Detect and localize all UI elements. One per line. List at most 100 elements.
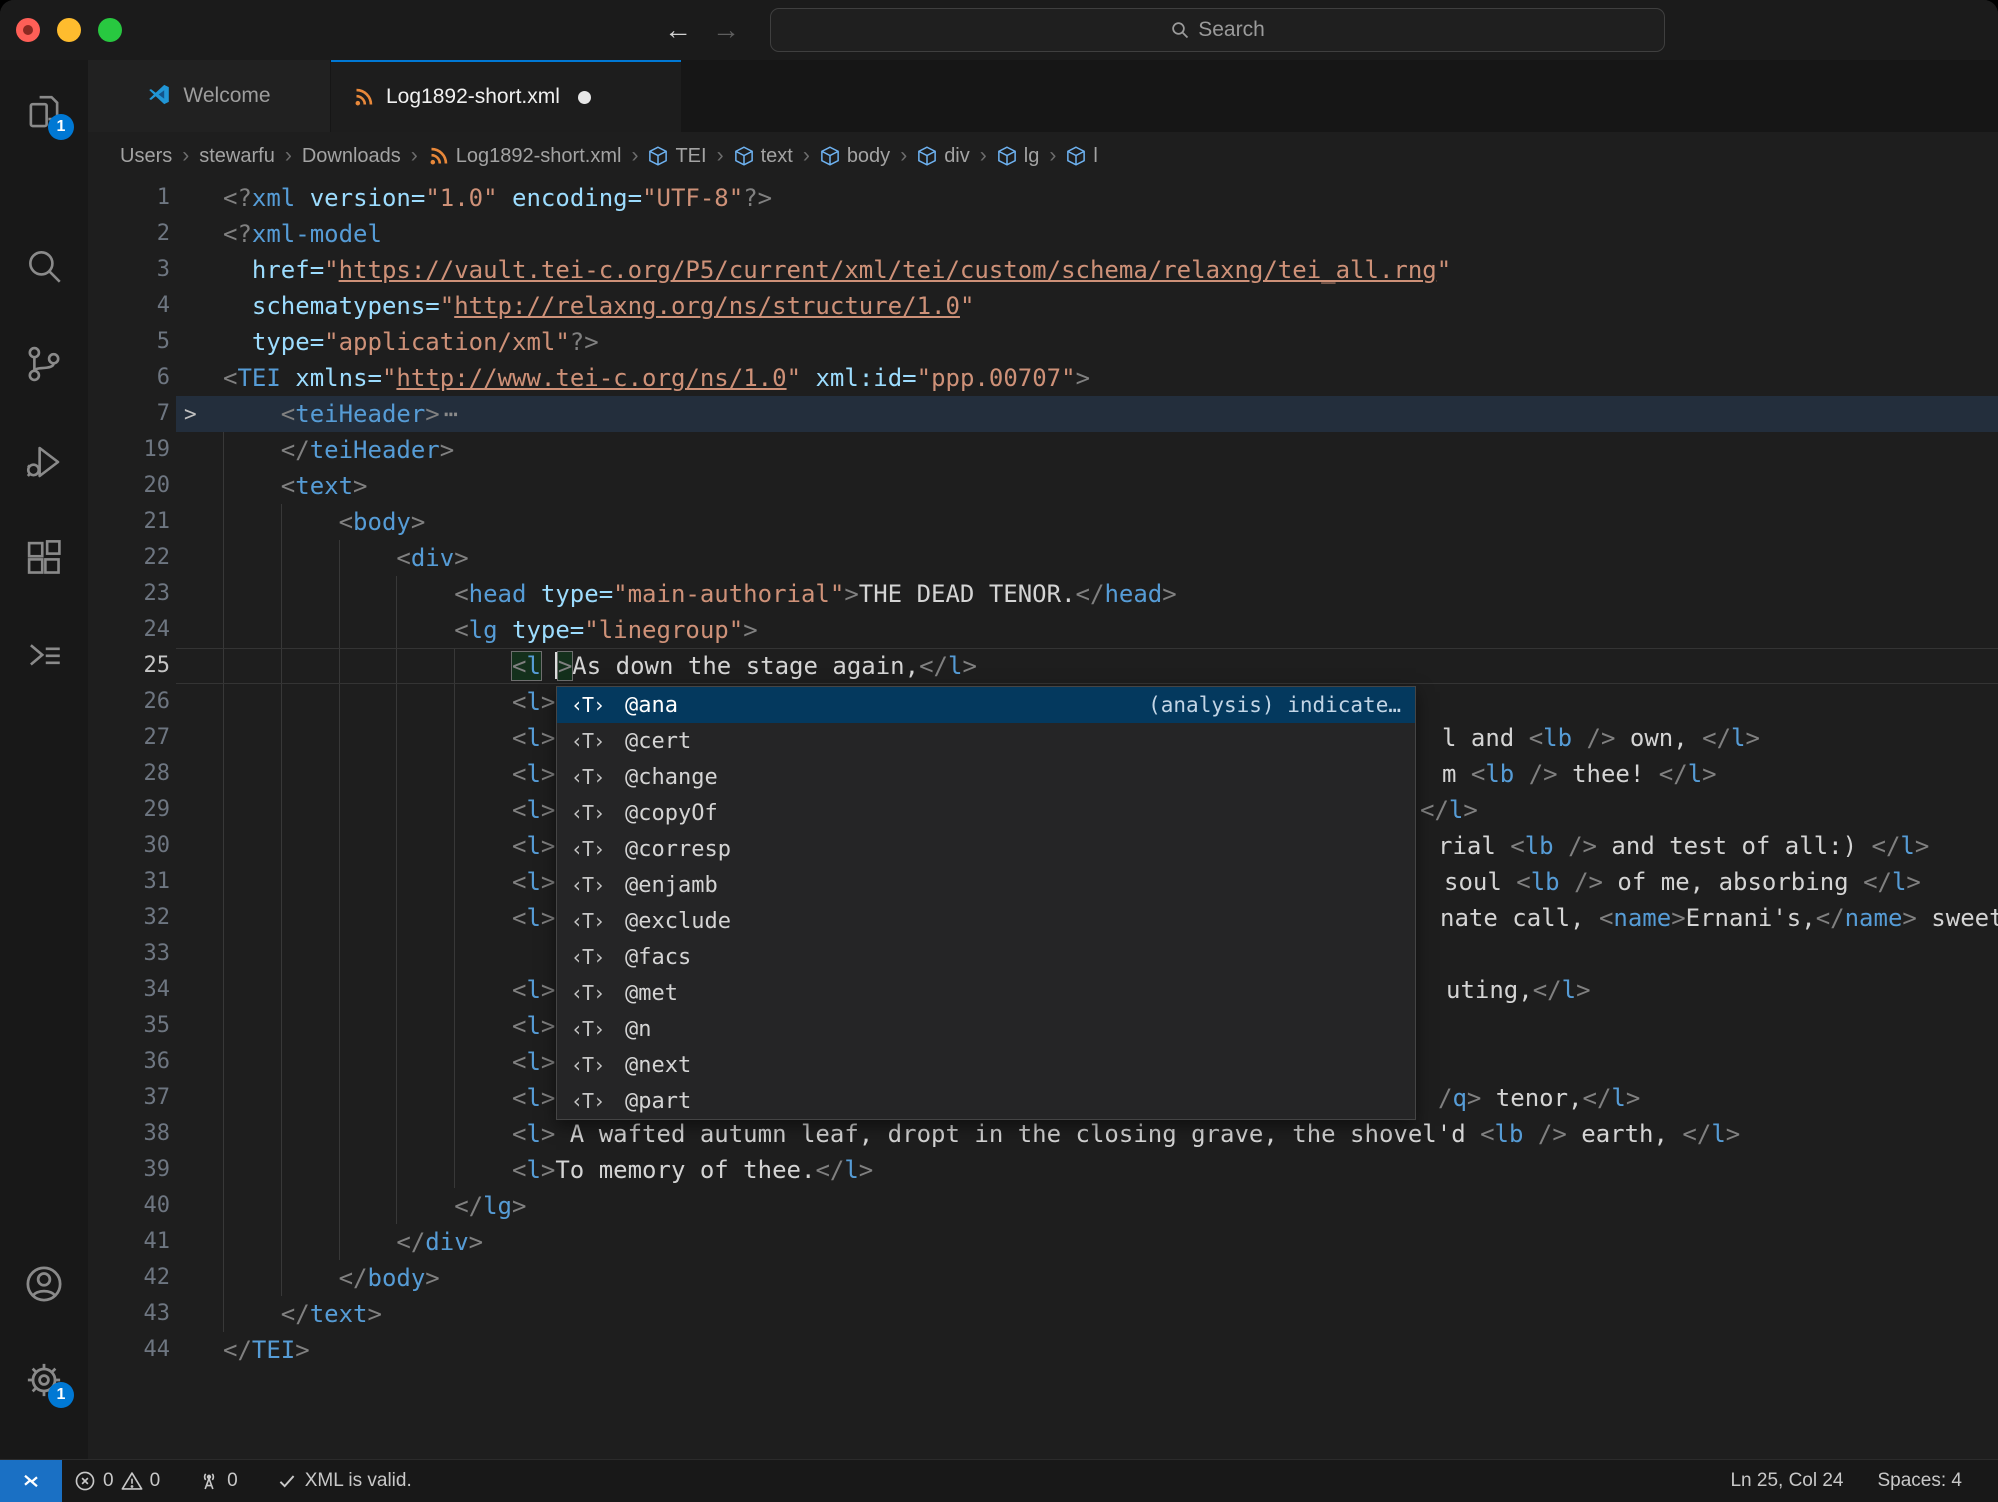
ports-status[interactable]: 0	[186, 1460, 250, 1502]
code-line-7[interactable]: 7> <teiHeader>⋯	[88, 396, 1998, 432]
command-center-search[interactable]: Search	[770, 8, 1665, 52]
line-number[interactable]: 36	[88, 1044, 170, 1080]
suggest-item-ana[interactable]: ‹T›@ana(analysis) indicate…	[557, 687, 1415, 723]
line-number[interactable]: 41	[88, 1224, 170, 1260]
code-line-5[interactable]: 5 type="application/xml"?>	[88, 324, 1998, 360]
fold-chevron-icon[interactable]: >	[184, 396, 197, 432]
line-number[interactable]: 31	[88, 864, 170, 900]
line-number[interactable]: 39	[88, 1152, 170, 1188]
sidebar-item-xml-tools[interactable]	[0, 618, 88, 690]
breadcrumb-item-downloads[interactable]: Downloads	[302, 145, 401, 168]
problems-status[interactable]: 0 0	[62, 1460, 172, 1502]
code-line-4[interactable]: 4 schematypens="http://relaxng.org/ns/st…	[88, 288, 1998, 324]
code-line-3[interactable]: 3 href="https://vault.tei-c.org/P5/curre…	[88, 252, 1998, 288]
code-line-44[interactable]: 44</TEI>	[88, 1332, 1998, 1368]
code-line-25[interactable]: 25 <l >As down the stage again,</l>	[88, 648, 1998, 684]
line-number[interactable]: 42	[88, 1260, 170, 1296]
suggest-item-met[interactable]: ‹T›@met	[557, 975, 1415, 1011]
line-number[interactable]: 25	[88, 648, 170, 684]
suggest-item-enjamb[interactable]: ‹T›@enjamb	[557, 867, 1415, 903]
code-line-43[interactable]: 43 </text>	[88, 1296, 1998, 1332]
code-line-40[interactable]: 40 </lg>	[88, 1188, 1998, 1224]
code-line-39[interactable]: 39 <l>To memory of thee.</l>	[88, 1152, 1998, 1188]
close-window-button[interactable]	[16, 18, 40, 42]
code-line-2[interactable]: 2<?xml-model	[88, 216, 1998, 252]
modified-dot-icon[interactable]	[578, 91, 591, 104]
line-number[interactable]: 23	[88, 576, 170, 612]
line-number[interactable]: 5	[88, 324, 170, 360]
line-number[interactable]: 6	[88, 360, 170, 396]
line-number[interactable]: 32	[88, 900, 170, 936]
code-line-20[interactable]: 20 <text>	[88, 468, 1998, 504]
sidebar-item-search[interactable]	[0, 230, 88, 302]
breadcrumb-item-text[interactable]: text	[734, 145, 793, 168]
tab-welcome[interactable]: Welcome	[88, 60, 330, 132]
line-number[interactable]: 44	[88, 1332, 170, 1368]
suggest-item-cert[interactable]: ‹T›@cert	[557, 723, 1415, 759]
code-line-24[interactable]: 24 <lg type="linegroup">	[88, 612, 1998, 648]
suggest-item-exclude[interactable]: ‹T›@exclude	[557, 903, 1415, 939]
line-number[interactable]: 33	[88, 936, 170, 972]
sidebar-item-settings[interactable]: 1	[0, 1344, 88, 1416]
line-number[interactable]: 1	[88, 180, 170, 216]
code-line-38[interactable]: 38 <l> A wafted autumn leaf, dropt in th…	[88, 1116, 1998, 1152]
line-number[interactable]: 35	[88, 1008, 170, 1044]
breadcrumb-item-stewarfu[interactable]: stewarfu	[199, 145, 275, 168]
breadcrumb-item-users[interactable]: Users	[120, 145, 172, 168]
tab-log1892-short-xml[interactable]: Log1892-short.xml	[331, 60, 681, 132]
line-number[interactable]: 21	[88, 504, 170, 540]
line-number[interactable]: 37	[88, 1080, 170, 1116]
line-number[interactable]: 2	[88, 216, 170, 252]
code-line-42[interactable]: 42 </body>	[88, 1260, 1998, 1296]
line-number[interactable]: 30	[88, 828, 170, 864]
indentation-status[interactable]: Spaces: 4	[1868, 1470, 1973, 1492]
breadcrumb-item-tei[interactable]: TEI	[648, 145, 706, 168]
navigate-back-icon[interactable]: ←	[658, 10, 698, 50]
breadcrumb-item-log1892-short-xml[interactable]: Log1892-short.xml	[428, 145, 622, 168]
line-number[interactable]: 40	[88, 1188, 170, 1224]
code-line-21[interactable]: 21 <body>	[88, 504, 1998, 540]
line-number[interactable]: 38	[88, 1116, 170, 1152]
suggest-item-part[interactable]: ‹T›@part	[557, 1083, 1415, 1119]
line-number[interactable]: 34	[88, 972, 170, 1008]
sidebar-item-extensions[interactable]	[0, 522, 88, 594]
line-number[interactable]: 19	[88, 432, 170, 468]
sidebar-item-source-control[interactable]	[0, 328, 88, 400]
line-number[interactable]: 7	[88, 396, 170, 432]
line-number[interactable]: 27	[88, 720, 170, 756]
navigate-forward-icon[interactable]: →	[706, 10, 746, 50]
line-number[interactable]: 28	[88, 756, 170, 792]
minimize-window-button[interactable]	[57, 18, 81, 42]
breadcrumb-item-div[interactable]: div	[917, 145, 970, 168]
suggest-item-change[interactable]: ‹T›@change	[557, 759, 1415, 795]
suggest-item-corresp[interactable]: ‹T›@corresp	[557, 831, 1415, 867]
code-line-6[interactable]: 6<TEI xmlns="http://www.tei-c.org/ns/1.0…	[88, 360, 1998, 396]
line-number[interactable]: 24	[88, 612, 170, 648]
editor[interactable]: 1<?xml version="1.0" encoding="UTF-8"?>2…	[88, 180, 1998, 1460]
line-number[interactable]: 20	[88, 468, 170, 504]
breadcrumb-item-l[interactable]: l	[1066, 145, 1097, 168]
suggest-item-facs[interactable]: ‹T›@facs	[557, 939, 1415, 975]
line-number[interactable]: 26	[88, 684, 170, 720]
code-line-1[interactable]: 1<?xml version="1.0" encoding="UTF-8"?>	[88, 180, 1998, 216]
code-line-23[interactable]: 23 <head type="main-authorial">THE DEAD …	[88, 576, 1998, 612]
sidebar-item-accounts[interactable]	[0, 1248, 88, 1320]
sidebar-item-explorer[interactable]: 1	[0, 76, 88, 148]
suggest-item-n[interactable]: ‹T›@n	[557, 1011, 1415, 1047]
breadcrumb-item-body[interactable]: body	[820, 145, 890, 168]
sidebar-item-run-debug[interactable]	[0, 426, 88, 498]
code-line-22[interactable]: 22 <div>	[88, 540, 1998, 576]
cursor-position-status[interactable]: Ln 25, Col 24	[1720, 1470, 1853, 1492]
remote-indicator[interactable]	[0, 1460, 62, 1502]
suggest-item-copyOf[interactable]: ‹T›@copyOf	[557, 795, 1415, 831]
line-number[interactable]: 3	[88, 252, 170, 288]
code-line-19[interactable]: 19 </teiHeader>	[88, 432, 1998, 468]
line-number[interactable]: 29	[88, 792, 170, 828]
line-number[interactable]: 4	[88, 288, 170, 324]
line-number[interactable]: 43	[88, 1296, 170, 1332]
code-line-41[interactable]: 41 </div>	[88, 1224, 1998, 1260]
suggest-item-next[interactable]: ‹T›@next	[557, 1047, 1415, 1083]
line-number[interactable]: 22	[88, 540, 170, 576]
xml-valid-status[interactable]: XML is valid.	[264, 1460, 424, 1502]
breadcrumb-item-lg[interactable]: lg	[997, 145, 1040, 168]
